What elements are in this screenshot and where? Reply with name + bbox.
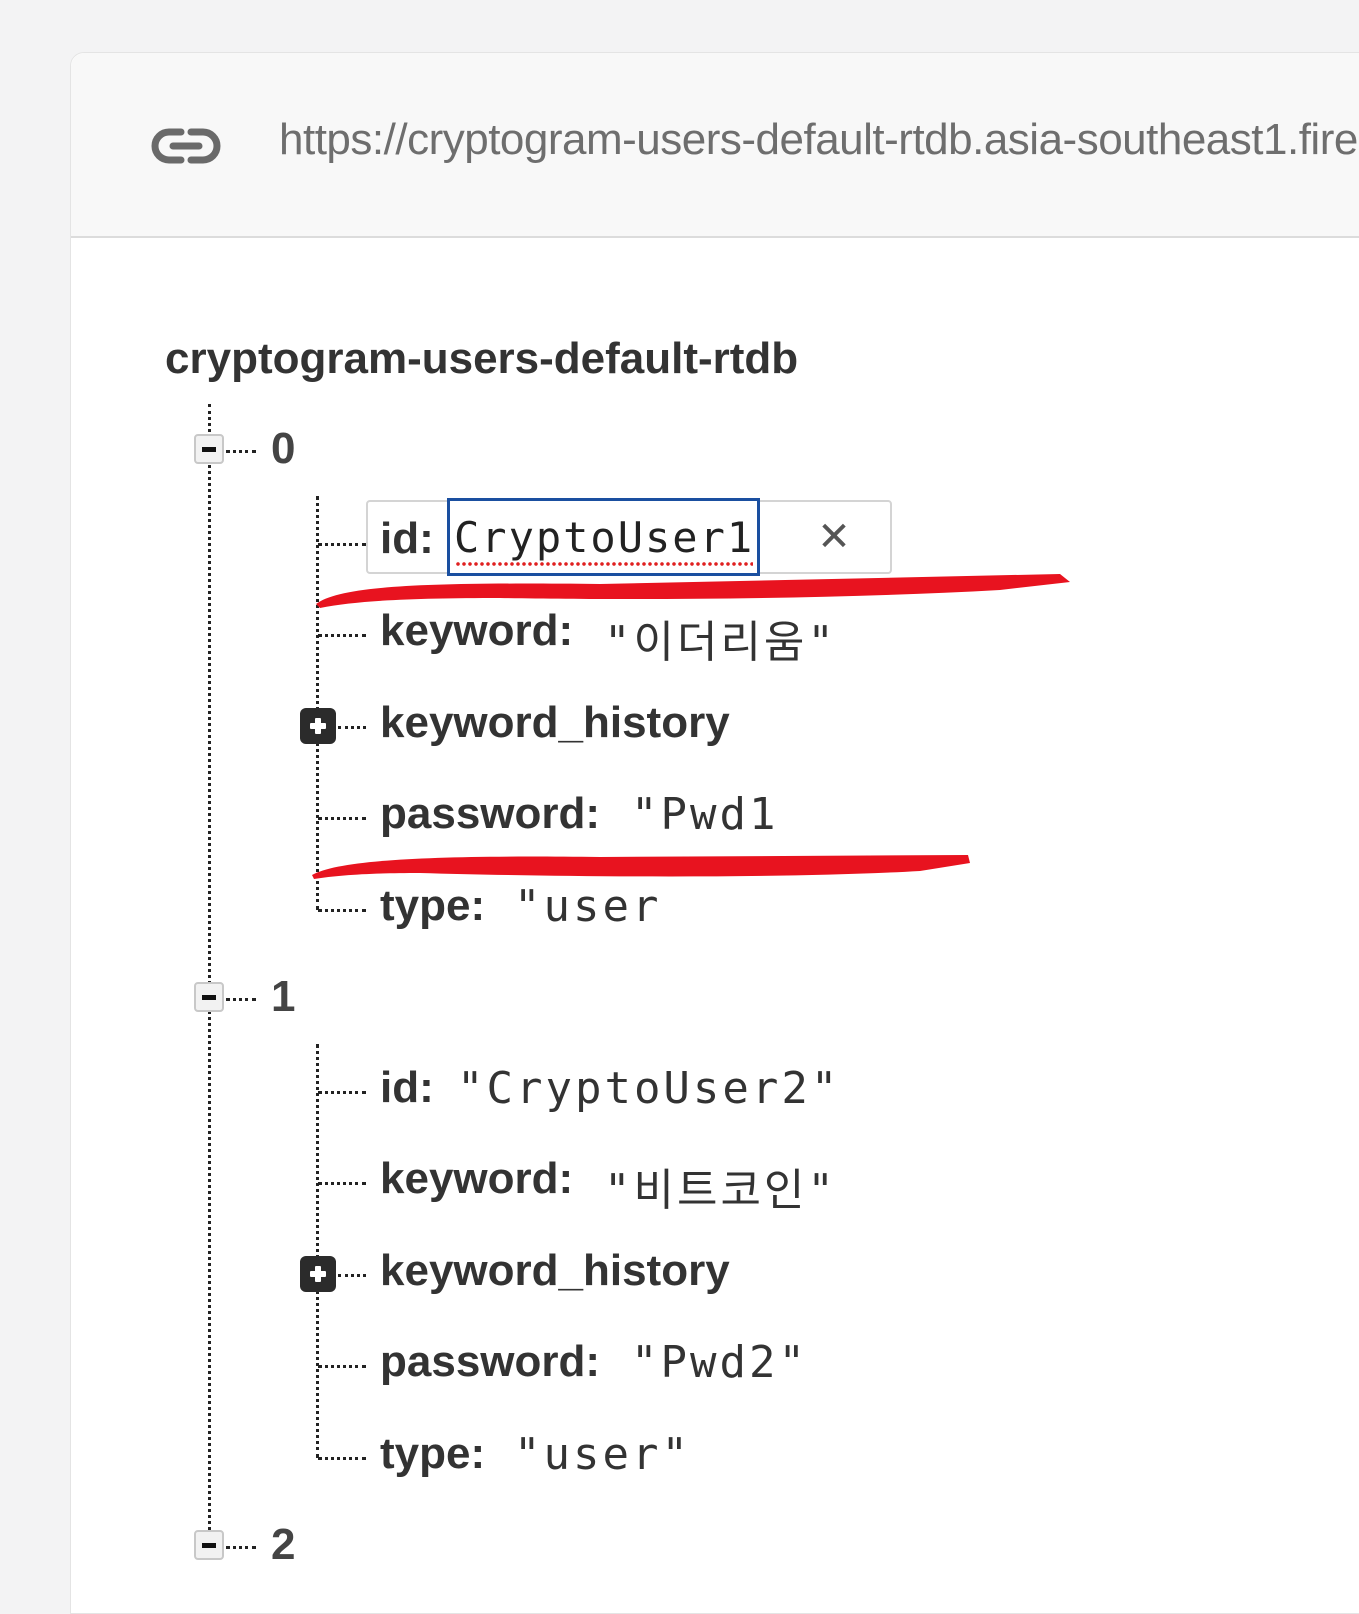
close-icon[interactable]: ✕ (814, 517, 854, 557)
node-value-keyword[interactable]: "비트코인" (604, 1154, 837, 1218)
tree-connector (318, 1365, 366, 1368)
minus-icon (202, 447, 216, 452)
minus-icon (202, 1543, 216, 1548)
tree-connector (318, 909, 366, 912)
tree-line (316, 1044, 319, 1458)
expand-keyword-history-button[interactable] (300, 708, 336, 744)
edit-key-label: id: (380, 514, 434, 563)
node-value-type[interactable]: "user" (514, 1429, 691, 1480)
tree-connector (338, 1274, 366, 1277)
expand-keyword-history-button[interactable] (300, 1256, 336, 1292)
node-value-password[interactable]: "Pwd2" (631, 1337, 808, 1388)
collapse-node-0-button[interactable] (194, 434, 224, 464)
tree-connector (226, 998, 256, 1001)
tree-connector (318, 634, 366, 637)
node-value-id[interactable]: "CryptoUser2" (457, 1063, 840, 1114)
tree-connector (318, 1091, 366, 1094)
collapse-node-2-button[interactable] (194, 1530, 224, 1560)
node-key-1[interactable]: 1 (271, 972, 295, 1022)
database-url[interactable]: https://cryptogram-users-default-rtdb.as… (279, 115, 1359, 165)
link-icon[interactable] (151, 124, 221, 168)
node-key-password[interactable]: password: (380, 789, 600, 839)
node-key-0[interactable]: 0 (271, 424, 295, 474)
node-key-id[interactable]: id: (380, 1063, 434, 1113)
node-key-password[interactable]: password: (380, 1337, 600, 1387)
url-bar: https://cryptogram-users-default-rtdb.as… (71, 53, 1359, 238)
tree-connector (318, 543, 366, 546)
node-key-type[interactable]: type: (380, 1429, 485, 1479)
node-key-keyword-history[interactable]: keyword_history (380, 1246, 730, 1296)
tree-connector (338, 726, 366, 729)
node-value-password[interactable]: "Pwd1 (631, 789, 778, 840)
node-key-keyword[interactable]: keyword: (380, 1154, 573, 1204)
node-key-2[interactable]: 2 (271, 1520, 295, 1570)
node-key-keyword-history[interactable]: keyword_history (380, 698, 730, 748)
annotation-underline (316, 574, 1070, 608)
tree-connector (226, 1546, 256, 1549)
tree-connector (318, 1182, 366, 1185)
tree-connector (318, 1457, 366, 1460)
tree-connector (226, 450, 256, 453)
tree-line (208, 404, 211, 1554)
collapse-node-1-button[interactable] (194, 982, 224, 1012)
annotation-underline (312, 855, 970, 879)
tree-connector (318, 817, 366, 820)
minus-icon (202, 995, 216, 1000)
root-node-name[interactable]: cryptogram-users-default-rtdb (165, 334, 798, 384)
